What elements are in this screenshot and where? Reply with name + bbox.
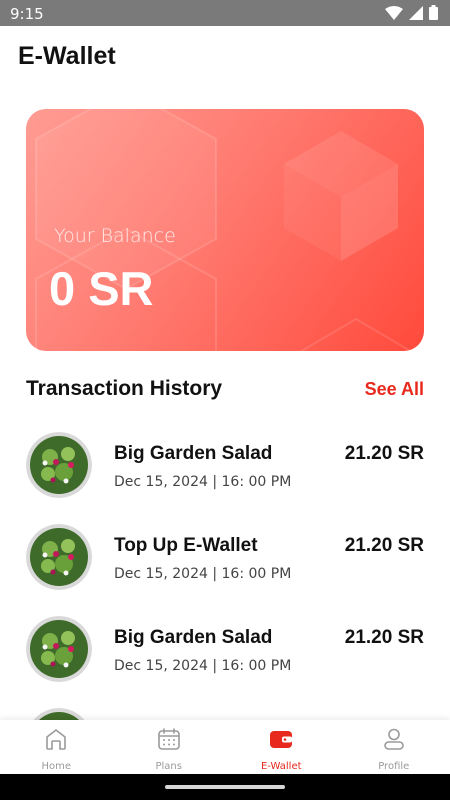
transaction-date: Dec 15, 2024 | 16: 00 PM [114, 658, 292, 674]
balance-value: 0 SR [49, 262, 154, 315]
bottom-nav: Home Plans E-Wallet Profile [0, 720, 450, 774]
system-gesture-bar [0, 774, 450, 800]
transaction-date: Dec 15, 2024 | 16: 00 PM [114, 566, 292, 582]
nav-item-e-wallet[interactable]: E-Wallet [225, 720, 338, 774]
transaction-list[interactable]: Big Garden Salad Dec 15, 2024 | 16: 00 P… [0, 420, 450, 720]
nav-label: Profile [378, 761, 410, 772]
nav-label: E-Wallet [260, 761, 302, 772]
transaction-history-title: Transaction History [26, 377, 223, 400]
nav-item-profile[interactable]: Profile [338, 720, 450, 774]
nav-item-home[interactable]: Home [0, 720, 113, 774]
page-title: E-Wallet [18, 42, 116, 70]
status-bar: 9:15 [0, 0, 450, 26]
salad-thumbnail [26, 432, 92, 498]
balance-label: Your Balance [54, 225, 176, 247]
nav-label: Plans [155, 761, 182, 772]
transaction-row[interactable]: Top Up E-Wallet Dec 15, 2024 | 16: 00 PM… [0, 514, 450, 606]
see-all-link[interactable]: See All [365, 379, 424, 400]
status-icons [385, 5, 438, 20]
nav-label: Home [41, 761, 72, 772]
transaction-name: Big Garden Salad [114, 627, 273, 648]
calendar-icon [157, 728, 180, 750]
transaction-row[interactable]: Big Garden Salad Dec 15, 2024 | 16: 00 P… [0, 606, 450, 698]
home-icon [46, 729, 67, 750]
transaction-row[interactable] [0, 698, 450, 720]
status-time: 9:15 [10, 5, 44, 23]
transaction-date: Dec 15, 2024 | 16: 00 PM [114, 474, 292, 490]
nav-item-plans[interactable]: Plans [113, 720, 226, 774]
battery-icon [429, 5, 438, 20]
transaction-amount: 21.20 SR [344, 535, 424, 556]
transaction-name: Big Garden Salad [114, 443, 273, 464]
transaction-amount: 21.20 SR [344, 443, 424, 464]
transaction-name: Top Up E-Wallet [114, 535, 258, 556]
gesture-handle[interactable] [165, 785, 285, 789]
balance-card: Your Balance 0 SR [26, 109, 424, 351]
salad-thumbnail [26, 616, 92, 682]
wifi-icon [385, 5, 403, 20]
salad-thumbnail [26, 708, 92, 720]
transaction-amount: 21.20 SR [344, 627, 424, 648]
signal-icon [409, 5, 423, 20]
profile-icon [383, 728, 404, 750]
wallet-icon [270, 731, 293, 748]
salad-thumbnail [26, 524, 92, 590]
transaction-row[interactable]: Big Garden Salad Dec 15, 2024 | 16: 00 P… [0, 422, 450, 514]
